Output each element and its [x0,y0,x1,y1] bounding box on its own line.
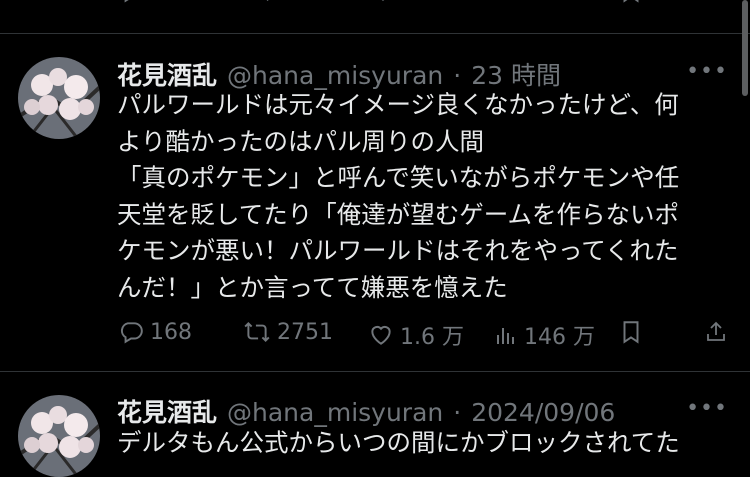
views-icon [497,328,514,344]
reply-icon [121,322,143,344]
tweet-text-line: 天堂を貶してたり「俺達が望むゲームを作らないポ [117,199,680,229]
repost-icon [244,322,270,342]
share-icon[interactable] [705,0,729,4]
tweet-text: デルタもん公式からいつの間にかブロックされてた [117,425,727,462]
tweet-actions: 168 2751 1.6 万 146 万 [0,319,750,355]
like-button[interactable]: 1.6 万 [368,319,464,351]
views-button[interactable]: 146 万 [494,319,595,351]
avatar[interactable] [18,395,100,477]
user-handle[interactable]: @hana_misyuran [227,398,443,427]
tweet-text-line: ケモンが悪い！パルワールドはそれをやってくれた [117,236,679,265]
scrollbar[interactable] [742,0,748,96]
more-icon[interactable]: ••• [686,59,728,84]
bookmark-button[interactable] [620,319,642,345]
tweet-text-line: 「真のポケモン」と呼んで笑いながらポケモンや任 [117,163,680,192]
display-name[interactable]: 花見酒乱 [117,393,217,429]
reply-button[interactable]: 168 [118,319,192,345]
avatar[interactable] [18,57,100,139]
more-icon[interactable]: ••• [686,396,728,421]
view-count: 146 万 [524,325,595,350]
heart-icon [371,325,391,345]
tweet[interactable]: 花見酒乱 @hana_misyuran · 2024/09/06 ••• デルタ… [0,371,750,477]
tweet-text-line: んだ！」とか言ってて嫌悪を憶えた [117,272,508,302]
like-count: 1.6 万 [400,325,464,350]
tweet-text-line: パルワールドは元々イメージ良くなかったけど、何 [117,90,679,119]
heart-icon[interactable] [370,0,396,4]
separator: · [453,398,462,427]
tweet[interactable]: 花見酒乱 @hana_misyuran · 23 時間 ••• パルワールドは元… [0,33,750,371]
bookmark-icon [623,321,639,344]
tweet-text: パルワールドは元々イメージ良くなかったけど、何 より酷かったのはパル周りの人間 … [117,87,727,306]
cherry-blossom-image [18,57,100,139]
cherry-blossom-image [18,395,100,477]
repost-count: 2751 [277,319,333,345]
repost-button[interactable]: 2751 [243,319,333,345]
reply-count: 168 [150,319,192,345]
repost-icon[interactable] [245,0,273,4]
share-button[interactable] [704,319,728,345]
reply-icon[interactable] [118,0,144,4]
user-handle[interactable]: @hana_misyuran [227,61,443,90]
tweet-text-line: より酷かったのはパル周りの人間 [117,126,485,156]
share-icon [707,321,725,341]
tweet-header: 花見酒乱 @hana_misyuran · 2024/09/06 [117,393,615,429]
tweet-text-line: デルタもん公式からいつの間にかブロックされてた [117,428,680,457]
previous-tweet-actions [0,0,750,14]
views-icon[interactable] [495,0,519,4]
timestamp[interactable]: 2024/09/06 [471,398,615,427]
bookmark-icon[interactable] [620,0,642,4]
separator: · [453,61,462,90]
